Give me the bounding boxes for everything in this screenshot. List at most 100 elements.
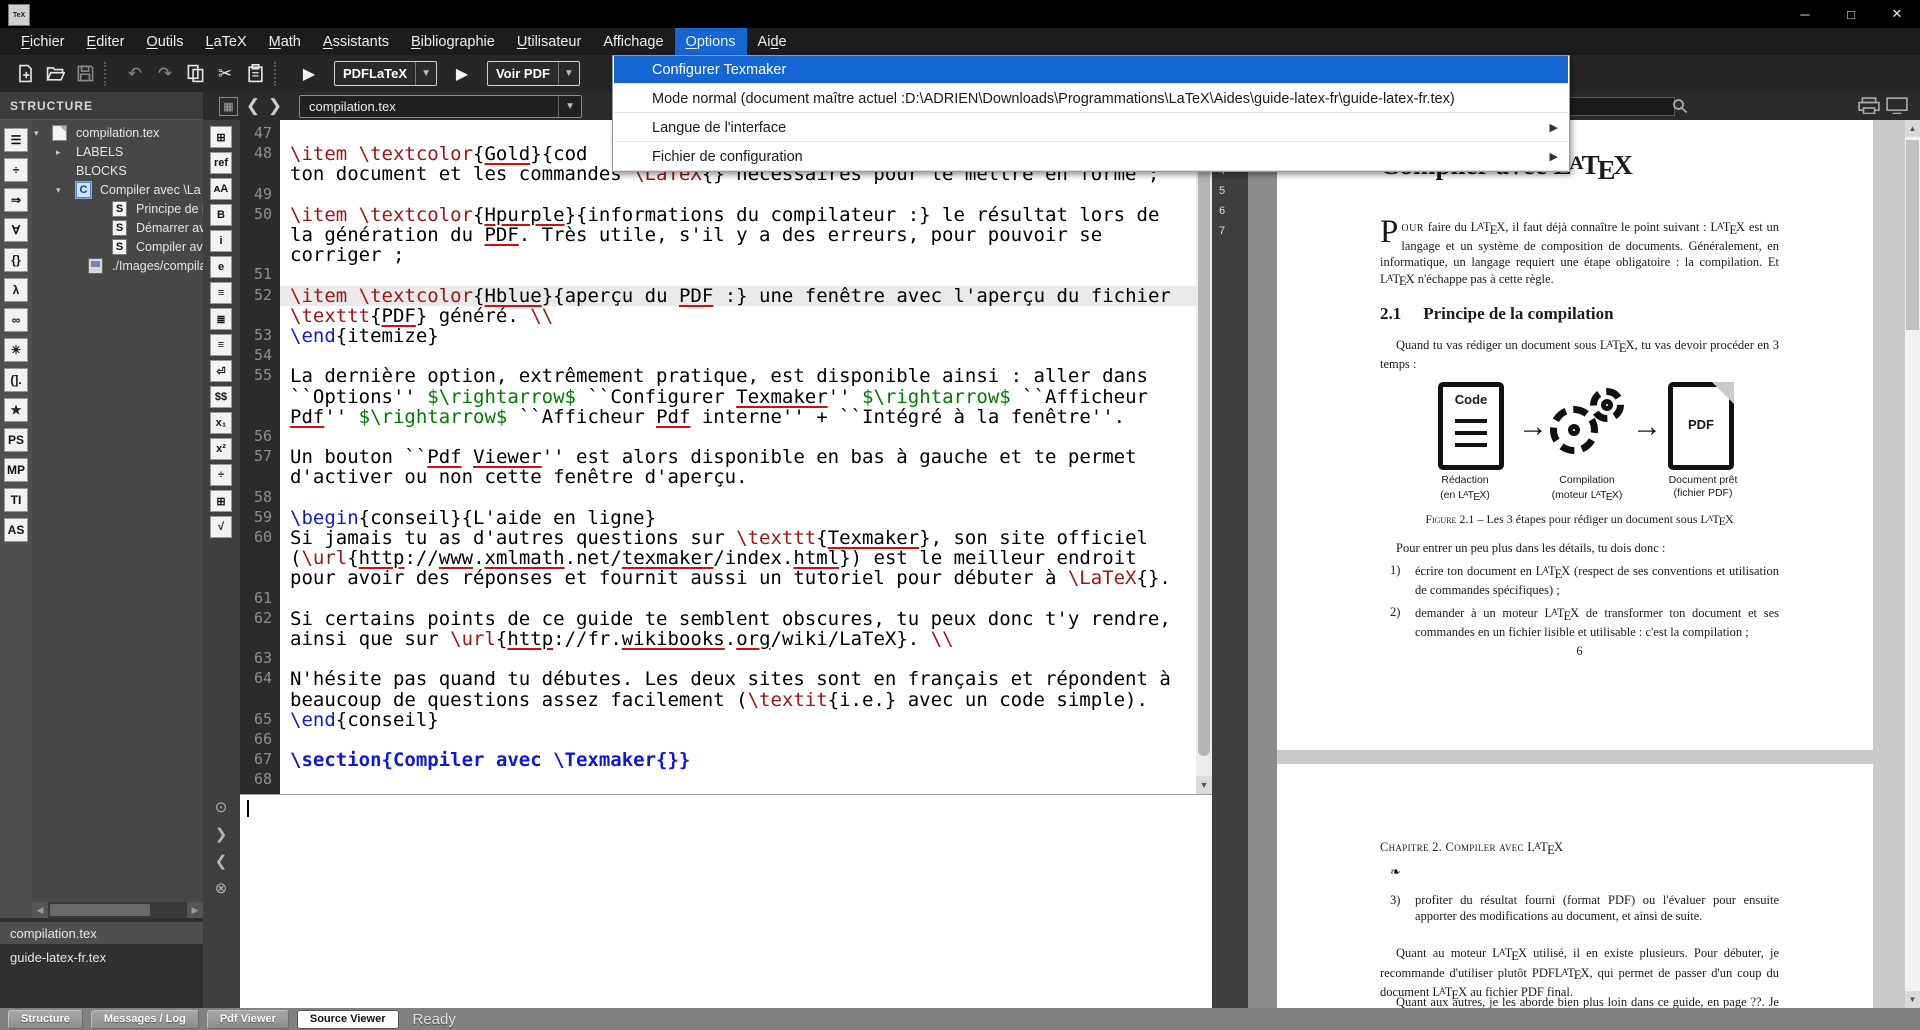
description-icon[interactable]: ≡	[210, 334, 232, 356]
brackets-icon[interactable]: (].	[4, 368, 28, 392]
status-tab-pdf-viewer[interactable]: Pdf Viewer	[207, 1010, 289, 1029]
editor-code[interactable]: \item \textcolor{Gold}{codton document e…	[280, 120, 1196, 794]
status-tab-source-viewer[interactable]: Source Viewer	[297, 1010, 399, 1029]
open-file-item[interactable]: guide-latex-fr.tex	[0, 946, 203, 968]
fraction-icon[interactable]: ÷	[210, 464, 232, 486]
tikz-icon[interactable]: TI	[4, 488, 28, 512]
scroll-left-icon[interactable]: ◀	[32, 902, 48, 918]
tree-item-labels[interactable]: ▸LABELS	[32, 143, 203, 162]
scroll-up-icon[interactable]: ▲	[1905, 120, 1920, 137]
infinity-icon[interactable]: ∞	[4, 308, 28, 332]
cut-button[interactable]: ✂	[210, 61, 240, 87]
new-document-button[interactable]	[10, 61, 40, 87]
math-mode-icon[interactable]: $$	[210, 386, 232, 408]
menu-assistants[interactable]: Assistants	[312, 28, 400, 55]
menu-bibliographie[interactable]: Bibliographie	[400, 28, 506, 55]
insert-label-icon[interactable]: ⊞	[210, 126, 232, 148]
tree-item-compiler-ave[interactable]: SCompiler ave	[32, 238, 203, 257]
scroll-right-icon[interactable]: ▶	[187, 902, 203, 918]
page-list-number[interactable]: 5	[1219, 185, 1225, 197]
tree-item-blocks[interactable]: BLOCKS	[32, 162, 203, 181]
menu-utilisateur[interactable]: Utilisateur	[506, 28, 592, 55]
minimize-button[interactable]: ─	[1782, 0, 1828, 28]
page-list-number[interactable]: 7	[1219, 225, 1225, 237]
open-file-button[interactable]	[40, 61, 70, 87]
menu-item-3[interactable]: Langue de l'interface▶	[614, 114, 1568, 142]
menu-item-4[interactable]: Fichier de configuration▶	[614, 143, 1568, 171]
status-tab-structure[interactable]: Structure	[8, 1010, 83, 1029]
matrix-icon[interactable]: ⊞	[210, 490, 232, 512]
menu-item-1[interactable]: Configurer Texmaker	[614, 56, 1568, 84]
search-icon[interactable]	[1671, 97, 1689, 115]
chevron-right-icon[interactable]: ❯	[210, 823, 232, 845]
itemize-icon[interactable]: ≡	[210, 282, 232, 304]
tree-item-principe-de-la[interactable]: SPrincipe de la	[32, 200, 203, 219]
structure-list-icon[interactable]: ☰	[4, 128, 28, 152]
view-select[interactable]: Voir PDF▼	[487, 61, 580, 86]
pdf-vertical-scrollbar[interactable]: ▲ ▼	[1905, 120, 1920, 1008]
tree-item-compilation-tex[interactable]: ▾compilation.tex	[32, 124, 203, 143]
print-icon[interactable]	[1858, 96, 1880, 115]
tree-horizontal-scrollbar[interactable]: ◀ ▶	[32, 902, 203, 918]
status-tab-messages---log[interactable]: Messages / Log	[91, 1010, 199, 1029]
arrows-icon[interactable]: ⇒	[4, 188, 28, 212]
scrollbar-thumb[interactable]	[1198, 126, 1210, 756]
delimiters-icon[interactable]: {}	[4, 248, 28, 272]
open-file-item[interactable]: compilation.tex	[0, 922, 203, 944]
menu-options[interactable]: Options	[675, 28, 747, 55]
pstricks-icon[interactable]: PS	[4, 428, 28, 452]
forward-button[interactable]: ❯	[265, 94, 285, 118]
undo-button[interactable]: ↶	[120, 61, 150, 87]
relations-icon[interactable]: ÷	[4, 158, 28, 182]
subscript-icon[interactable]: x₁	[210, 412, 232, 434]
back-button[interactable]: ❮	[243, 94, 263, 118]
panel-splitter[interactable]	[1248, 120, 1277, 1008]
misc-text-icon[interactable]: ✯	[4, 398, 28, 422]
copy-button[interactable]	[180, 61, 210, 87]
close-circle-icon[interactable]: ⊗	[210, 877, 232, 899]
menu-latex[interactable]: LaTeX	[194, 28, 257, 55]
enumerate-icon[interactable]: ≣	[210, 308, 232, 330]
misc-math-icon[interactable]: ∀	[4, 218, 28, 242]
page-list-number[interactable]: 6	[1219, 205, 1225, 217]
scrollbar-thumb[interactable]	[1906, 140, 1919, 330]
menu-aide[interactable]: Aide	[747, 28, 798, 55]
menu-affichage[interactable]: Affichage	[592, 28, 674, 55]
editor-vertical-scrollbar[interactable]: ▼	[1196, 120, 1212, 794]
message-log-panel[interactable]	[240, 794, 1212, 1009]
paste-button[interactable]	[240, 61, 270, 87]
sqrt-icon[interactable]: √	[210, 516, 232, 538]
external-viewer-icon[interactable]	[1886, 96, 1908, 115]
newline-icon[interactable]: ⏎	[210, 360, 232, 382]
run-compile-button[interactable]: ▶	[294, 61, 324, 87]
run-view-button[interactable]: ▶	[447, 61, 477, 87]
menu-editer[interactable]: Editer	[76, 28, 136, 55]
tree-item-d-marrer-av[interactable]: SDémarrer av	[32, 219, 203, 238]
greek-icon[interactable]: λ	[4, 278, 28, 302]
eye-icon[interactable]: ⊙	[210, 796, 232, 818]
scroll-down-icon[interactable]: ▼	[1196, 776, 1212, 794]
superscript-icon[interactable]: x²	[210, 438, 232, 460]
view-mode-icon[interactable]: ▦	[219, 97, 238, 116]
compile-select[interactable]: PDFLaTeX▼	[334, 61, 437, 86]
font-size-icon[interactable]: ᴀA	[210, 178, 232, 200]
tree-item-compiler-avec--la[interactable]: ▾CCompiler avec \La	[32, 181, 203, 200]
save-button[interactable]	[70, 61, 100, 87]
asymptote-icon[interactable]: AS	[4, 518, 28, 542]
chevron-left-icon[interactable]: ❮	[210, 850, 232, 872]
metapost-icon[interactable]: MP	[4, 458, 28, 482]
scroll-down-icon[interactable]: ▼	[1905, 991, 1920, 1008]
menu-fichier[interactable]: Fichier	[10, 28, 76, 55]
insert-ref-icon[interactable]: ref	[210, 152, 232, 174]
emph-icon[interactable]: e	[210, 256, 232, 278]
italic-icon[interactable]: i	[210, 230, 232, 252]
menu-outils[interactable]: Outils	[135, 28, 194, 55]
misc-symbols-icon[interactable]: ✳	[4, 338, 28, 362]
pdf-page-list[interactable]: 4567	[1212, 120, 1248, 1008]
tree-item---images-compilat[interactable]: ./Images/compilat	[32, 257, 203, 276]
menu-item-2[interactable]: Mode normal (document maître actuel :D:\…	[614, 85, 1568, 113]
redo-button[interactable]: ↷	[150, 61, 180, 87]
scrollbar-thumb[interactable]	[50, 904, 150, 916]
bold-icon[interactable]: B	[210, 204, 232, 226]
document-selector[interactable]: compilation.tex ▼	[299, 95, 582, 118]
